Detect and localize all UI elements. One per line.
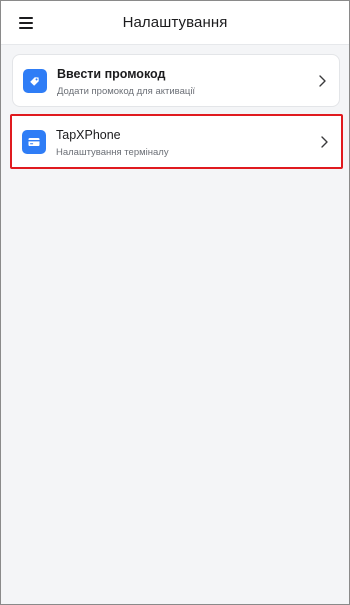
settings-item-title: Ввести промокод: [57, 67, 166, 81]
chevron-right-icon: [319, 75, 326, 87]
app-bar: Налаштування: [1, 1, 349, 45]
card-icon: [22, 130, 46, 154]
hamburger-menu-icon[interactable]: [14, 12, 38, 34]
screen: Налаштування Ввести промокод Додати пром…: [0, 0, 350, 605]
page-title: Налаштування: [122, 14, 228, 31]
settings-item-promocode[interactable]: Ввести промокод Додати промокод для акти…: [12, 54, 340, 107]
settings-item-subtitle: Налаштування терміналу: [56, 147, 169, 158]
settings-item-subtitle: Додати промокод для активації: [57, 86, 196, 97]
tag-icon: [23, 69, 47, 93]
chevron-right-icon: [321, 136, 328, 148]
settings-item-title: TapXPhone: [56, 128, 121, 142]
settings-item-tapxphone[interactable]: TapXPhone Налаштування терміналу: [10, 114, 343, 169]
